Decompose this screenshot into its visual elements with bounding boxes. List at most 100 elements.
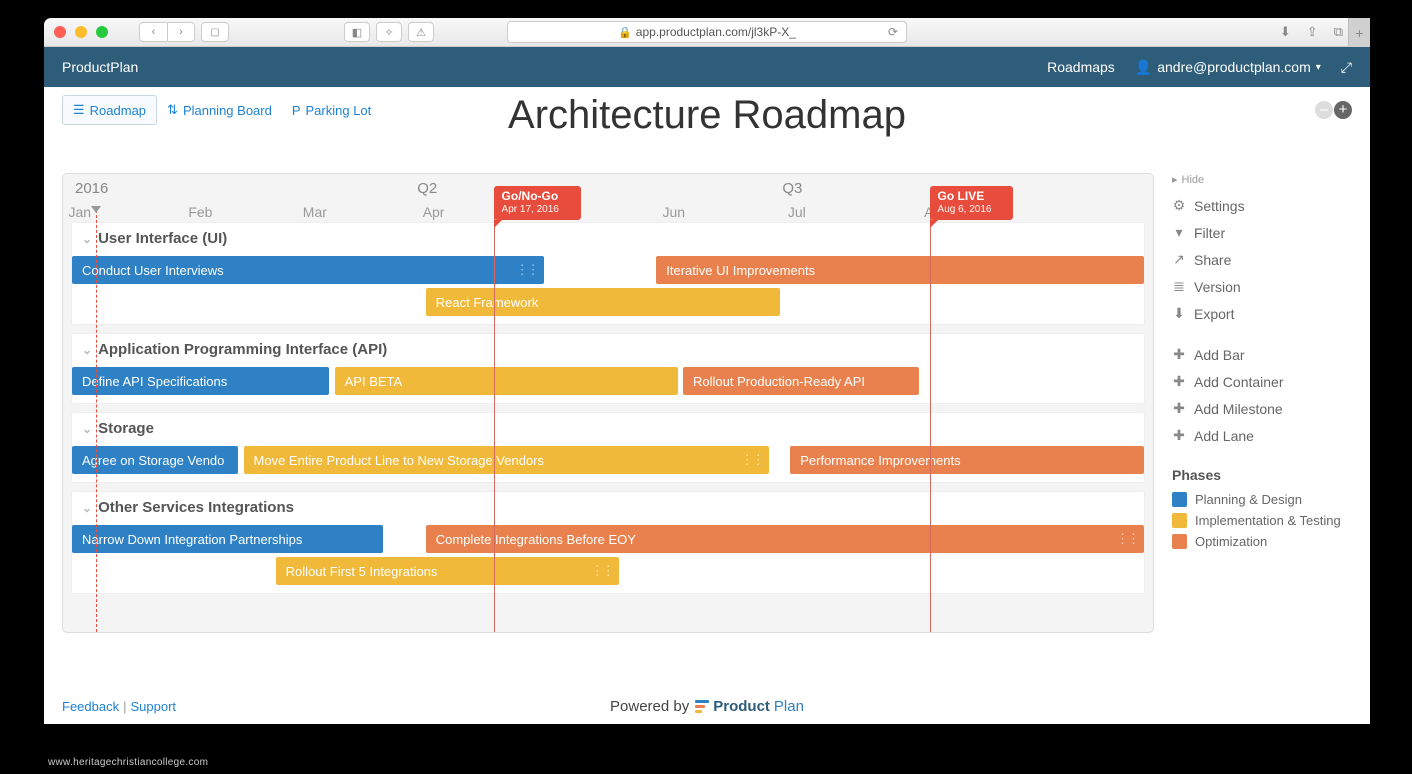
grip-icon: ⋮⋮ [1116,531,1138,547]
roadmap-bar[interactable]: Conduct User Interviews⋮⋮ [72,256,544,284]
lane-header[interactable]: ⌄Storage [72,413,1144,444]
phase-legend-item[interactable]: Implementation & Testing [1172,510,1352,531]
lane: ⌄Other Services IntegrationsNarrow Down … [71,491,1145,594]
roadmap-bar[interactable]: Rollout First 5 Integrations⋮⋮ [276,557,619,585]
url-bar[interactable]: 🔒 app.productplan.com/jl3kP-X_ ⟳ [507,21,907,43]
lane-row: Conduct User Interviews⋮⋮ Iterative UI Im… [72,256,1144,286]
side-link-add-milestone[interactable]: ✚Add Milestone [1172,395,1352,422]
settings-icon: ⚙ [1172,197,1186,214]
milestone-flag[interactable]: Go LIVEAug 6, 2016 [930,186,1014,220]
roadmap-bar[interactable]: Define API Specifications [72,367,329,395]
axis-month: Mar [303,204,327,220]
axis-month: Jun [663,204,686,220]
chevron-down-icon: ⌄ [82,422,92,436]
lane: ⌄StorageAgree on Storage VendoMove Entir… [71,412,1145,483]
lane: ⌄Application Programming Interface (API)… [71,333,1145,404]
phase-swatch [1172,492,1187,507]
roadmaps-link[interactable]: Roadmaps [1047,59,1115,75]
wand-button[interactable]: ✧ [376,22,402,42]
browser-chrome: ‹ › ▢ ◧ ✧ ⚠ 🔒 app.productplan.com/jl3kP-… [44,18,1370,47]
zoom-out-button[interactable]: – [1315,101,1333,119]
window-zoom-icon[interactable] [96,26,108,38]
url-text: app.productplan.com/jl3kP-X_ [636,25,796,39]
tabs-icon[interactable]: ⧉ [1334,24,1343,40]
roadmap-bar[interactable]: React Framework [426,288,780,316]
axis-month: Jul [788,204,806,220]
window-minimize-icon[interactable] [75,26,87,38]
zoom-in-button[interactable]: + [1334,101,1352,119]
share-icon: ↗ [1172,251,1186,268]
source-watermark: www.heritagechristiancollege.com [48,757,208,768]
side-link-version[interactable]: ≣Version [1172,273,1352,300]
roadmap-bar[interactable]: API BETA [335,367,678,395]
roadmap-bar[interactable]: Performance Improvements [790,446,1144,474]
grip-icon: ⋮⋮ [516,262,538,278]
axis-year: 2016 [75,180,108,197]
fullscreen-icon[interactable]: ⤢ [1341,59,1352,76]
chevron-down-icon: ⌄ [82,501,92,515]
grip-icon: ⋮⋮ [591,563,613,579]
side-link-settings[interactable]: ⚙Settings [1172,192,1352,219]
phase-legend-item[interactable]: Optimization [1172,531,1352,552]
new-tab-button[interactable]: + [1348,18,1370,47]
roadmap-bar[interactable]: Agree on Storage Vendo [72,446,238,474]
side-link-share[interactable]: ↗Share [1172,246,1352,273]
axis-quarter: Q3 [782,180,802,197]
lane: ⌄User Interface (UI)Conduct User Intervi… [71,222,1145,325]
version-icon: ≣ [1172,278,1186,295]
timeline: 2016 Q2Q3JanFebMarAprMayJunJulAug ⌄User … [62,173,1154,633]
reload-icon[interactable]: ⟳ [888,25,898,39]
axis-quarter: Q2 [417,180,437,197]
side-link-add-bar[interactable]: ✚Add Bar [1172,341,1352,368]
view-tab-parking-lot[interactable]: PParking Lot [282,95,381,125]
view-tab-roadmap[interactable]: ☰Roadmap [62,95,157,125]
lane-row: Agree on Storage VendoMove Entire Produc… [72,446,1144,476]
productplan-logo-icon [695,700,709,713]
reader-button[interactable]: ◧ [344,22,370,42]
caret-right-icon: ▸ [1172,173,1178,186]
roadmap-bar[interactable]: Rollout Production-Ready API [683,367,919,395]
roadmap-bar[interactable]: Complete Integrations Before EOY⋮⋮ [426,525,1144,553]
lane-header[interactable]: ⌄Other Services Integrations [72,492,1144,523]
feedback-link[interactable]: Feedback [62,699,119,714]
side-link-export[interactable]: ⬇Export [1172,300,1352,327]
sidebar-toggle-button[interactable]: ▢ [201,22,229,42]
export-icon: ⬇ [1172,305,1186,322]
view-tab-planning-board[interactable]: ⇅Planning Board [157,95,282,125]
window-close-icon[interactable] [54,26,66,38]
lock-icon: 🔒 [618,26,632,39]
phase-legend-item[interactable]: Planning & Design [1172,489,1352,510]
lane-header[interactable]: ⌄Application Programming Interface (API) [72,334,1144,365]
milestone-line [930,210,931,632]
user-menu[interactable]: 👤 andre@productplan.com ▾ [1135,59,1321,76]
roadmap-bar[interactable]: Narrow Down Integration Partnerships [72,525,383,553]
hide-sidebar-toggle[interactable]: ▸ Hide [1172,173,1352,186]
warning-button[interactable]: ⚠ [408,22,434,42]
roadmap-bar[interactable]: Iterative UI Improvements [656,256,1144,284]
axis-month: Feb [188,204,212,220]
side-link-filter[interactable]: ▾Filter [1172,219,1352,246]
side-link-add-lane[interactable]: ✚Add Lane [1172,422,1352,449]
roadmap-bar[interactable]: Move Entire Product Line to New Storage … [244,446,769,474]
lane-header[interactable]: ⌄User Interface (UI) [72,223,1144,254]
tab-icon: ☰ [73,102,85,118]
add-bar-icon: ✚ [1172,346,1186,363]
milestone-line [494,210,495,632]
add-lane-icon: ✚ [1172,427,1186,444]
today-line [96,210,97,632]
app-topbar: ProductPlan Roadmaps 👤 andre@productplan… [44,47,1370,87]
share-icon[interactable]: ⇪ [1307,24,1318,40]
nav-forward-button[interactable]: › [167,22,195,42]
chevron-down-icon: ⌄ [82,232,92,246]
today-marker-icon [91,206,101,213]
user-email: andre@productplan.com [1157,59,1311,75]
download-icon[interactable]: ⬇ [1280,24,1291,40]
milestone-flag[interactable]: Go/No-GoApr 17, 2016 [494,186,581,220]
nav-back-button[interactable]: ‹ [139,22,167,42]
lane-row: Narrow Down Integration Partnerships Comp… [72,525,1144,555]
chevron-down-icon: ⌄ [82,343,92,357]
footer: Feedback | Support Powered by ProductPla… [62,699,1352,714]
axis-month: Apr [423,204,445,220]
side-link-add-container[interactable]: ✚Add Container [1172,368,1352,395]
support-link[interactable]: Support [130,699,176,714]
